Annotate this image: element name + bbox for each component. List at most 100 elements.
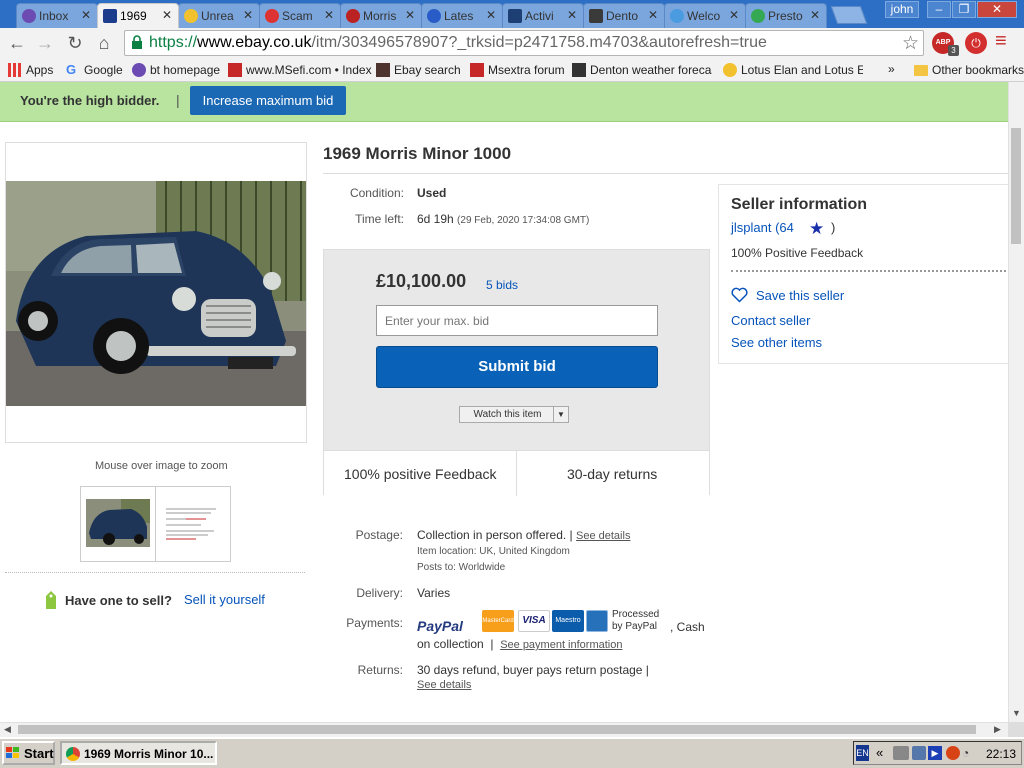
address-bar[interactable]: https://www.ebay.co.uk/itm/303496578907?… <box>124 30 924 56</box>
processed-line1: Processed <box>612 609 660 620</box>
postage-see-details-link[interactable]: See details <box>576 530 630 542</box>
taskbar-chrome-window[interactable]: 1969 Morris Minor 10... <box>60 741 217 765</box>
cash-on-collection-text: on collection <box>417 637 484 651</box>
bookmark-ebay-search[interactable]: Ebay search <box>376 63 461 77</box>
seller-username[interactable]: jlsplant <box>731 220 771 235</box>
language-indicator[interactable]: EN <box>856 745 869 761</box>
maestro-logo: Maestro <box>552 610 584 632</box>
bid-count-link[interactable]: 5 bids <box>486 278 518 292</box>
ebay-icon <box>103 9 117 23</box>
chrome-menu-icon[interactable]: ≡ <box>995 30 1007 53</box>
user-profile-button[interactable]: john <box>885 1 919 18</box>
tab-scam[interactable]: Scam ✕ <box>259 3 341 28</box>
bookmark-msefi[interactable]: www.MSefi.com • Index <box>228 63 372 77</box>
back-arrow-icon[interactable]: ← <box>6 32 28 54</box>
scrollbar-corner <box>1008 722 1024 737</box>
tab-close-icon[interactable]: ✕ <box>162 8 172 22</box>
tab-activity[interactable]: Activi ✕ <box>502 3 584 28</box>
tab-latest[interactable]: Lates ✕ <box>421 3 503 28</box>
news-icon <box>427 9 441 23</box>
other-bookmarks-folder[interactable]: Other bookmarks <box>914 63 1024 77</box>
bookmark-denton-weather[interactable]: Denton weather forecas <box>572 63 712 77</box>
postage-separator: | <box>569 528 573 542</box>
tray-expand-chevron[interactable]: « <box>876 745 883 760</box>
new-tab-button[interactable] <box>830 6 868 24</box>
weather-icon <box>589 9 603 23</box>
vertical-scroll-thumb[interactable] <box>1011 128 1021 244</box>
tab-denton[interactable]: Dento ✕ <box>583 3 665 28</box>
tab-close-icon[interactable]: ✕ <box>729 8 739 22</box>
car-photo[interactable] <box>6 181 306 406</box>
save-seller-link[interactable]: Save this seller <box>756 288 844 303</box>
restore-button[interactable]: ❐ <box>952 1 976 18</box>
returns-see-details-link[interactable]: See details <box>417 679 471 691</box>
adblock-count-badge: 3 <box>948 45 959 56</box>
tab-close-icon[interactable]: ✕ <box>81 8 91 22</box>
bookmark-bt-homepage[interactable]: bt homepage <box>132 63 220 77</box>
forward-arrow-icon[interactable]: → <box>34 32 56 54</box>
window-close-button[interactable]: ✕ <box>977 1 1017 18</box>
zoom-hint: Mouse over image to zoom <box>95 460 228 472</box>
security-shield-icon[interactable] <box>946 746 960 760</box>
tab-welcome[interactable]: Welco ✕ <box>664 3 746 28</box>
network-icon[interactable] <box>893 746 909 760</box>
tab-close-icon[interactable]: ✕ <box>810 8 820 22</box>
scroll-right-arrow-icon[interactable]: ▶ <box>994 724 1001 735</box>
tab-close-icon[interactable]: ✕ <box>243 8 253 22</box>
bookmark-msextra[interactable]: Msextra forum <box>470 63 565 77</box>
returns-badge: 30-day returns <box>567 466 658 482</box>
bookmark-lotus-elan[interactable]: Lotus Elan and Lotus Ela <box>723 63 863 77</box>
sell-it-yourself-link[interactable]: Sell it yourself <box>184 592 265 607</box>
high-bidder-banner: You're the high bidder. | Increase maxim… <box>0 82 1008 122</box>
home-icon[interactable]: ⌂ <box>93 32 115 54</box>
taskbar-clock[interactable]: 22:13 <box>986 747 1016 761</box>
bookmark-google[interactable]: G Google <box>66 62 123 77</box>
watch-dropdown-chevron-icon[interactable]: ▼ <box>553 407 568 422</box>
thumbnail-car[interactable] <box>80 486 156 562</box>
weather-icon <box>572 63 586 77</box>
increase-max-bid-button[interactable]: Increase maximum bid <box>190 86 346 115</box>
tab-close-icon[interactable]: ✕ <box>486 8 496 22</box>
tab-close-icon[interactable]: ✕ <box>648 8 658 22</box>
feedback-star-icon: ★ <box>809 219 825 238</box>
tab-close-icon[interactable]: ✕ <box>567 8 577 22</box>
monitor-icon[interactable] <box>912 746 926 760</box>
postage-label: Postage: <box>355 528 403 542</box>
media-play-icon[interactable]: ▶ <box>928 746 942 760</box>
url-text: https://www.ebay.co.uk/itm/303496578907?… <box>149 34 767 51</box>
thumbnail-document-image <box>162 501 224 547</box>
tab-close-icon[interactable]: ✕ <box>324 8 334 22</box>
extension-power-icon[interactable]: ⏻ <box>965 32 987 54</box>
main-image-container[interactable] <box>5 142 307 443</box>
max-bid-input[interactable] <box>376 305 658 336</box>
tab-unread[interactable]: Unrea ✕ <box>178 3 260 28</box>
tab-ebay-listing[interactable]: 1969 ✕ <box>97 3 179 28</box>
payment-info-link[interactable]: See payment information <box>500 639 622 651</box>
contact-seller-link[interactable]: Contact seller <box>731 313 810 328</box>
tab-preston[interactable]: Presto ✕ <box>745 3 827 28</box>
time-left-value: 6d 19h (29 Feb, 2020 17:34:08 GMT) <box>417 212 589 226</box>
tab-morris[interactable]: Morris ✕ <box>340 3 422 28</box>
seller-feedback-score[interactable]: (64 <box>775 220 794 235</box>
condition-value: Used <box>417 186 447 200</box>
scroll-down-arrow-icon[interactable]: ▼ <box>1012 708 1021 718</box>
apps-grid-icon <box>8 63 22 77</box>
reload-icon[interactable]: ↻ <box>64 32 86 54</box>
tab-close-icon[interactable]: ✕ <box>405 8 415 22</box>
wifi-icon[interactable]: ◔ <box>962 746 976 760</box>
seller-name-link[interactable]: jlsplant (64 <box>731 220 794 235</box>
more-bookmarks-chevron[interactable]: » <box>888 62 895 76</box>
scroll-left-arrow-icon[interactable]: ◀ <box>4 724 11 735</box>
tab-inbox[interactable]: Inbox ✕ <box>16 3 98 28</box>
minimize-button[interactable]: – <box>927 1 951 18</box>
see-other-items-link[interactable]: See other items <box>731 335 822 350</box>
submit-bid-button[interactable]: Submit bid <box>376 346 658 388</box>
thumbnail-document[interactable] <box>155 486 231 562</box>
heart-icon[interactable] <box>731 287 748 303</box>
watch-item-button[interactable]: Watch this item ▼ <box>459 406 569 423</box>
bookmark-star-icon[interactable]: ☆ <box>902 32 919 55</box>
title-divider <box>323 173 1008 174</box>
horizontal-scroll-thumb[interactable] <box>18 725 976 734</box>
bookmark-apps[interactable]: Apps <box>8 63 53 77</box>
condition-label: Condition: <box>349 186 404 200</box>
